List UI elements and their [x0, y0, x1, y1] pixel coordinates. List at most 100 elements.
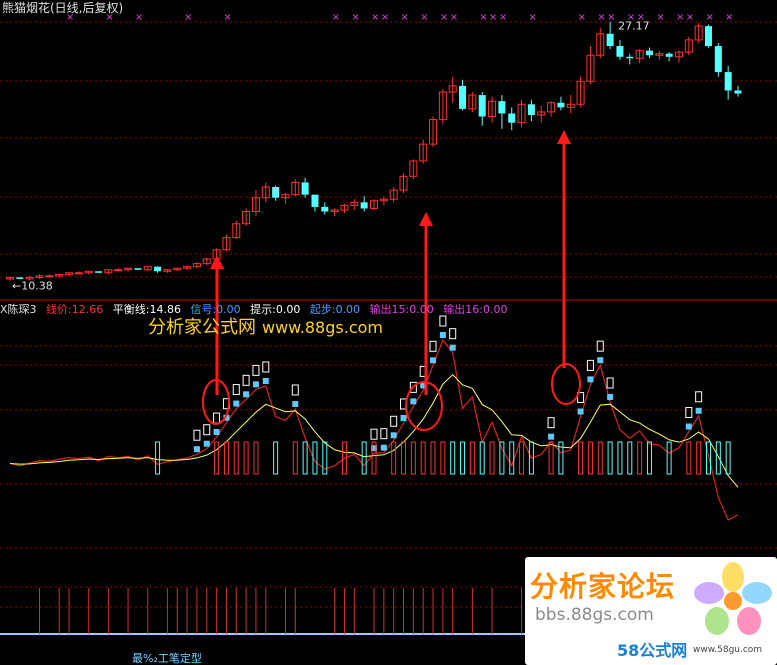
signal-bar — [450, 441, 456, 475]
signal-bar — [617, 441, 623, 475]
signal-bar — [627, 441, 633, 475]
signal-bar — [548, 441, 554, 475]
candle-body — [665, 53, 673, 57]
signal-box — [380, 428, 388, 440]
top-marker: × — [725, 12, 733, 23]
signal-bar — [519, 441, 525, 475]
top-marker: × — [479, 12, 487, 23]
candle-body — [45, 275, 54, 278]
signal-dot — [292, 400, 299, 407]
signal-bar — [302, 441, 308, 475]
bottom-indicator-label: 最%₂工笔定型 — [132, 652, 202, 665]
high-price-label: 27.17 — [618, 20, 650, 33]
signal-bar — [361, 441, 367, 475]
top-marker: × — [578, 12, 586, 23]
signal-bar — [391, 441, 397, 475]
signal-box — [439, 315, 447, 327]
signal-box — [370, 428, 378, 440]
candle-body — [95, 271, 103, 273]
logo-url: bbs.88gs.com — [535, 605, 654, 625]
signal-dot — [685, 423, 692, 430]
watermark-url: www.88gs.com — [262, 318, 383, 337]
signal-bar — [637, 441, 643, 475]
signal-bar — [243, 441, 249, 475]
signal-dot — [430, 357, 437, 364]
signal-bar — [607, 441, 613, 475]
signal-bar — [420, 441, 426, 475]
signal-bar — [479, 441, 485, 475]
candle-body — [272, 187, 280, 198]
signal-bar — [214, 441, 220, 475]
candle-body — [616, 46, 624, 57]
signal-dot — [548, 433, 555, 440]
signal-bar — [666, 441, 672, 475]
top-marker: × — [528, 12, 536, 23]
candle-body — [498, 101, 506, 114]
low-price-label: ←10.38 — [12, 279, 53, 292]
signal-bar — [253, 441, 259, 475]
top-marker: × — [351, 12, 359, 23]
signal-bar — [460, 441, 466, 475]
signal-bar — [725, 441, 731, 475]
signal-dot — [252, 381, 259, 388]
signal-dot — [390, 432, 397, 439]
signal-dot — [213, 429, 220, 436]
candle-body — [114, 269, 123, 272]
signal-arrow-head — [557, 130, 571, 144]
signal-bar — [273, 441, 279, 475]
watermark: 分析家公式网 www.88gs.com — [148, 313, 383, 339]
candle-body — [626, 56, 634, 59]
signal-bar — [686, 441, 692, 475]
oscillator-line — [9, 338, 739, 521]
signal-dot — [400, 414, 407, 421]
signal-dot — [203, 440, 210, 447]
signal-dot — [587, 376, 594, 383]
balance-line — [9, 373, 739, 488]
signal-dot — [577, 408, 584, 415]
signal-bar — [440, 441, 446, 475]
signal-bar — [233, 441, 239, 475]
signal-bar — [223, 441, 229, 475]
top-marker: × — [489, 12, 497, 23]
top-marker: × — [420, 12, 428, 23]
top-marker: × — [332, 12, 340, 23]
signal-bar — [489, 441, 495, 475]
candle-body — [134, 268, 142, 270]
signal-bar — [499, 441, 505, 475]
signal-dot — [193, 446, 200, 453]
top-marker: × — [371, 12, 379, 23]
signal-bar — [155, 441, 161, 475]
signal-bar — [587, 441, 593, 475]
signal-bar — [715, 441, 721, 475]
candle-body — [724, 72, 732, 91]
signal-dot — [695, 407, 702, 414]
signal-box — [291, 384, 299, 396]
signal-box — [252, 364, 260, 376]
signal-dot — [597, 357, 604, 364]
top-marker: × — [401, 12, 409, 23]
indicator-line-price: 线价:12.66 — [46, 303, 104, 316]
signal-box — [449, 328, 457, 340]
top-marker: × — [440, 12, 448, 23]
signal-box — [242, 374, 250, 386]
candle-body — [321, 206, 329, 212]
candle-body — [734, 90, 742, 94]
signal-bar — [292, 441, 298, 475]
indicator-name[interactable]: X陈琛3 — [0, 303, 37, 316]
top-marker: × — [607, 12, 615, 23]
forum-logo: 分析家论坛 bbs.88gs.com 58公式网 www.58gu.com — [525, 557, 777, 665]
signal-box — [695, 391, 703, 403]
signal-box — [606, 377, 614, 389]
signal-box — [213, 412, 221, 424]
signal-bar — [597, 441, 603, 475]
signal-box — [685, 407, 693, 419]
stock-title: 熊猫烟花(日线,后复权) — [2, 1, 124, 15]
signal-bar — [469, 441, 475, 475]
signal-bar — [696, 441, 702, 475]
logo-site-url: www.58gu.com — [693, 645, 763, 655]
signal-dot — [410, 398, 417, 405]
top-marker: × — [381, 12, 389, 23]
top-marker: × — [705, 12, 713, 23]
signal-box — [262, 361, 270, 373]
top-marker: × — [656, 12, 664, 23]
